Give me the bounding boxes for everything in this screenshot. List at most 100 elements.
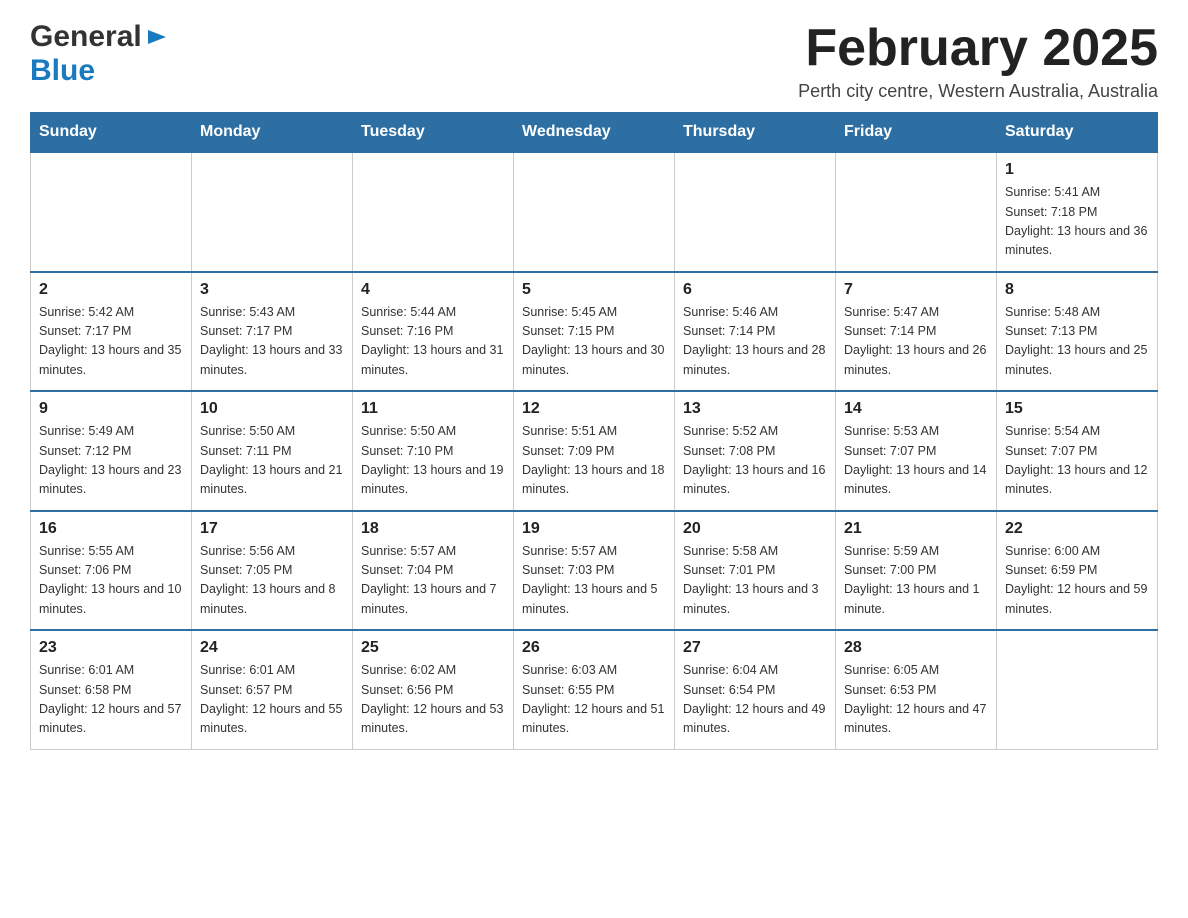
day-number: 12 — [522, 400, 666, 418]
day-number: 14 — [844, 400, 988, 418]
calendar-cell — [675, 152, 836, 272]
calendar-cell: 25 Sunrise: 6:02 AMSunset: 6:56 PMDayligh… — [353, 630, 514, 749]
day-number: 22 — [1005, 520, 1149, 538]
logo-general-text: General — [30, 20, 142, 54]
day-info: Sunrise: 5:44 AMSunset: 7:16 PMDaylight:… — [361, 303, 505, 381]
day-number: 23 — [39, 639, 183, 657]
calendar-cell: 28 Sunrise: 6:05 AMSunset: 6:53 PMDayligh… — [836, 630, 997, 749]
day-info: Sunrise: 5:42 AMSunset: 7:17 PMDaylight:… — [39, 303, 183, 381]
day-number: 16 — [39, 520, 183, 538]
day-info: Sunrise: 5:46 AMSunset: 7:14 PMDaylight:… — [683, 303, 827, 381]
calendar-title: February 2025 — [798, 20, 1158, 77]
weekday-header-thursday: Thursday — [675, 113, 836, 153]
calendar-cell: 7Sunrise: 5:47 AMSunset: 7:14 PMDaylight… — [836, 272, 997, 392]
day-info: Sunrise: 6:01 AMSunset: 6:58 PMDaylight:… — [39, 661, 183, 739]
day-number: 10 — [200, 400, 344, 418]
day-info: Sunrise: 6:00 AMSunset: 6:59 PMDaylight:… — [1005, 542, 1149, 620]
day-info: Sunrise: 5:55 AMSunset: 7:06 PMDaylight:… — [39, 542, 183, 620]
calendar-cell: 20Sunrise: 5:58 AMSunset: 7:01 PMDayligh… — [675, 511, 836, 631]
weekday-header-tuesday: Tuesday — [353, 113, 514, 153]
calendar-cell: 26 Sunrise: 6:03 AMSunset: 6:55 PMDayligh… — [514, 630, 675, 749]
logo-blue-text: Blue — [30, 54, 95, 87]
day-info: Sunrise: 6:01 AMSunset: 6:57 PMDaylight:… — [200, 661, 344, 739]
day-number: 6 — [683, 281, 827, 299]
day-info: Sunrise: 5:51 AMSunset: 7:09 PMDaylight:… — [522, 422, 666, 500]
weekday-header-sunday: Sunday — [31, 113, 192, 153]
calendar-cell: 24 Sunrise: 6:01 AMSunset: 6:57 PMDayligh… — [192, 630, 353, 749]
day-info: Sunrise: 6:03 AMSunset: 6:55 PMDaylight:… — [522, 661, 666, 739]
day-info: Sunrise: 5:41 AMSunset: 7:18 PMDaylight:… — [1005, 183, 1149, 261]
calendar-cell: 11 Sunrise: 5:50 AMSunset: 7:10 PMDayligh… — [353, 391, 514, 511]
calendar-cell: 14 Sunrise: 5:53 AMSunset: 7:07 PMDayligh… — [836, 391, 997, 511]
day-number: 7 — [844, 281, 988, 299]
day-number: 20 — [683, 520, 827, 538]
day-number: 13 — [683, 400, 827, 418]
calendar-cell: 6 Sunrise: 5:46 AMSunset: 7:14 PMDaylight… — [675, 272, 836, 392]
day-info: Sunrise: 5:53 AMSunset: 7:07 PMDaylight:… — [844, 422, 988, 500]
day-number: 24 — [200, 639, 344, 657]
day-number: 4 — [361, 281, 505, 299]
title-section: February 2025 Perth city centre, Western… — [798, 20, 1158, 102]
weekday-header-wednesday: Wednesday — [514, 113, 675, 153]
day-number: 17 — [200, 520, 344, 538]
weekday-header-saturday: Saturday — [997, 113, 1158, 153]
calendar-cell: 4 Sunrise: 5:44 AMSunset: 7:16 PMDaylight… — [353, 272, 514, 392]
day-info: Sunrise: 5:49 AMSunset: 7:12 PMDaylight:… — [39, 422, 183, 500]
calendar-cell: 10 Sunrise: 5:50 AMSunset: 7:11 PMDayligh… — [192, 391, 353, 511]
calendar-cell: 3 Sunrise: 5:43 AMSunset: 7:17 PMDaylight… — [192, 272, 353, 392]
logo: General Blue — [30, 20, 168, 88]
week-row-1: 1 Sunrise: 5:41 AMSunset: 7:18 PMDaylight… — [31, 152, 1158, 272]
calendar-cell: 12 Sunrise: 5:51 AMSunset: 7:09 PMDayligh… — [514, 391, 675, 511]
day-number: 2 — [39, 281, 183, 299]
calendar-table: SundayMondayTuesdayWednesdayThursdayFrid… — [30, 112, 1158, 750]
day-number: 5 — [522, 281, 666, 299]
calendar-cell — [192, 152, 353, 272]
calendar-cell — [836, 152, 997, 272]
day-info: Sunrise: 6:02 AMSunset: 6:56 PMDaylight:… — [361, 661, 505, 739]
day-info: Sunrise: 5:50 AMSunset: 7:11 PMDaylight:… — [200, 422, 344, 500]
calendar-cell: 9Sunrise: 5:49 AMSunset: 7:12 PMDaylight… — [31, 391, 192, 511]
calendar-cell — [31, 152, 192, 272]
calendar-cell: 13 Sunrise: 5:52 AMSunset: 7:08 PMDayligh… — [675, 391, 836, 511]
logo-arrow-icon — [146, 26, 168, 53]
day-number: 25 — [361, 639, 505, 657]
calendar-cell: 16 Sunrise: 5:55 AMSunset: 7:06 PMDayligh… — [31, 511, 192, 631]
day-info: Sunrise: 5:59 AMSunset: 7:00 PMDaylight:… — [844, 542, 988, 620]
weekday-header-monday: Monday — [192, 113, 353, 153]
calendar-cell: 2 Sunrise: 5:42 AMSunset: 7:17 PMDaylight… — [31, 272, 192, 392]
day-number: 21 — [844, 520, 988, 538]
day-number: 1 — [1005, 161, 1149, 179]
day-info: Sunrise: 5:48 AMSunset: 7:13 PMDaylight:… — [1005, 303, 1149, 381]
weekday-header-row: SundayMondayTuesdayWednesdayThursdayFrid… — [31, 113, 1158, 153]
day-info: Sunrise: 6:05 AMSunset: 6:53 PMDaylight:… — [844, 661, 988, 739]
day-info: Sunrise: 5:52 AMSunset: 7:08 PMDaylight:… — [683, 422, 827, 500]
calendar-cell: 8Sunrise: 5:48 AMSunset: 7:13 PMDaylight… — [997, 272, 1158, 392]
calendar-cell: 1 Sunrise: 5:41 AMSunset: 7:18 PMDaylight… — [997, 152, 1158, 272]
weekday-header-friday: Friday — [836, 113, 997, 153]
calendar-cell — [997, 630, 1158, 749]
calendar-cell: 23 Sunrise: 6:01 AMSunset: 6:58 PMDayligh… — [31, 630, 192, 749]
calendar-cell — [353, 152, 514, 272]
day-number: 28 — [844, 639, 988, 657]
page-header: General Blue February 2025 Perth city ce… — [30, 20, 1158, 102]
calendar-cell: 15Sunrise: 5:54 AMSunset: 7:07 PMDayligh… — [997, 391, 1158, 511]
day-info: Sunrise: 5:57 AMSunset: 7:04 PMDaylight:… — [361, 542, 505, 620]
calendar-cell: 5Sunrise: 5:45 AMSunset: 7:15 PMDaylight… — [514, 272, 675, 392]
day-info: Sunrise: 5:50 AMSunset: 7:10 PMDaylight:… — [361, 422, 505, 500]
day-info: Sunrise: 6:04 AMSunset: 6:54 PMDaylight:… — [683, 661, 827, 739]
calendar-cell: 19Sunrise: 5:57 AMSunset: 7:03 PMDayligh… — [514, 511, 675, 631]
week-row-2: 2 Sunrise: 5:42 AMSunset: 7:17 PMDaylight… — [31, 272, 1158, 392]
day-info: Sunrise: 5:43 AMSunset: 7:17 PMDaylight:… — [200, 303, 344, 381]
day-number: 11 — [361, 400, 505, 418]
day-number: 26 — [522, 639, 666, 657]
calendar-cell: 17 Sunrise: 5:56 AMSunset: 7:05 PMDayligh… — [192, 511, 353, 631]
day-number: 27 — [683, 639, 827, 657]
day-number: 3 — [200, 281, 344, 299]
calendar-cell: 21 Sunrise: 5:59 AMSunset: 7:00 PMDayligh… — [836, 511, 997, 631]
calendar-cell: 18Sunrise: 5:57 AMSunset: 7:04 PMDayligh… — [353, 511, 514, 631]
calendar-cell: 22 Sunrise: 6:00 AMSunset: 6:59 PMDayligh… — [997, 511, 1158, 631]
calendar-cell: 27 Sunrise: 6:04 AMSunset: 6:54 PMDayligh… — [675, 630, 836, 749]
week-row-4: 16 Sunrise: 5:55 AMSunset: 7:06 PMDayligh… — [31, 511, 1158, 631]
calendar-cell — [514, 152, 675, 272]
day-info: Sunrise: 5:56 AMSunset: 7:05 PMDaylight:… — [200, 542, 344, 620]
